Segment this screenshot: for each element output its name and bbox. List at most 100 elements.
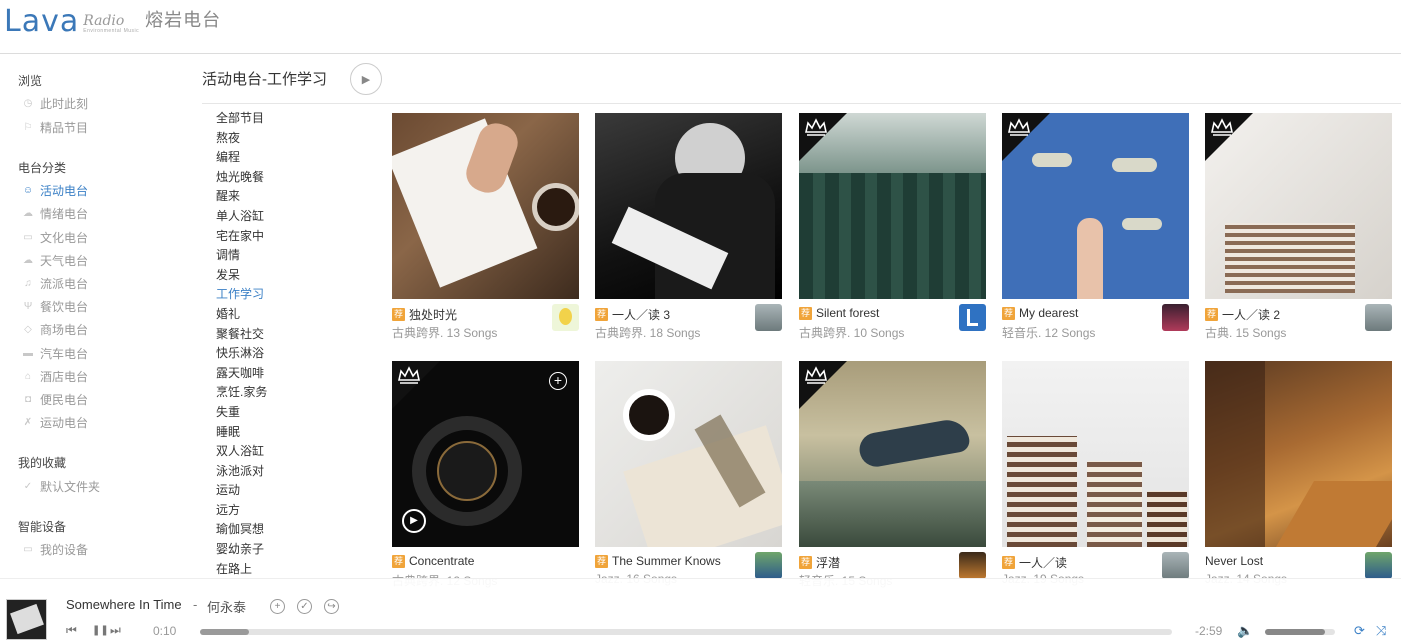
subcategory-item[interactable]: 远方 [216, 502, 356, 522]
card-subtitle: 古典跨界. 13 Songs [392, 326, 498, 340]
add-to-list-icon[interactable]: + [270, 599, 285, 614]
subcategory-item[interactable]: 宅在家中 [216, 228, 356, 248]
subcategory-item[interactable]: 烹饪.家务 [216, 384, 356, 404]
favorite-check-icon[interactable]: ✓ [297, 599, 312, 614]
curator-avatar[interactable] [755, 552, 782, 579]
curator-avatar[interactable] [1365, 304, 1392, 331]
genre-icon: ♫ [24, 278, 32, 289]
previous-icon[interactable]: ⏮ [66, 623, 77, 638]
subcategory-item[interactable]: 婚礼 [216, 306, 356, 326]
sidebar-item-genre[interactable]: ♫ 流派电台 [22, 275, 88, 292]
elapsed-time: 0:10 [153, 624, 177, 638]
card-title: 一人／读 3 [612, 308, 671, 322]
crown-icon [398, 366, 420, 384]
sidebar-item-service[interactable]: ◘ 便民电台 [22, 391, 88, 408]
sidebar-item-activity[interactable]: ☺ 活动电台 [22, 182, 88, 199]
recommend-badge: 荐 [799, 556, 812, 569]
curator-avatar[interactable] [1365, 552, 1392, 579]
curator-avatar[interactable] [959, 304, 986, 331]
volume-slider[interactable] [1265, 629, 1335, 635]
sidebar-item-my-devices[interactable]: ▭ 我的设备 [22, 541, 88, 558]
cover-image[interactable] [1205, 361, 1392, 547]
cover-image[interactable] [1002, 113, 1189, 299]
subcategory-item[interactable]: 烛光晚餐 [216, 169, 356, 189]
subcategory-item[interactable]: 醒来 [216, 188, 356, 208]
cover-image[interactable] [595, 361, 782, 547]
progress-bar[interactable] [200, 629, 1172, 635]
share-icon[interactable]: ↪ [324, 599, 339, 614]
sidebar-item-mood[interactable]: ☁ 情绪电台 [22, 205, 88, 222]
curator-avatar[interactable] [552, 304, 579, 331]
curator-avatar[interactable] [1162, 552, 1189, 579]
sidebar-item-dining[interactable]: Ψ 餐饮电台 [22, 298, 88, 315]
sidebar-item-default-folder[interactable]: ✓ 默认文件夹 [22, 478, 100, 495]
curator-avatar[interactable] [1162, 304, 1189, 331]
recommend-badge: 荐 [1205, 308, 1218, 321]
remaining-time: -2:59 [1195, 624, 1223, 638]
sidebar-item-now[interactable]: ◷ 此时此刻 [22, 95, 88, 112]
subcategory-item[interactable]: 单人浴缸 [216, 208, 356, 228]
logo-radio-text: Radio [83, 13, 125, 29]
hotel-icon: ⌂ [24, 371, 32, 382]
subcategory-item[interactable]: 快乐淋浴 [216, 345, 356, 365]
now-playing-cover[interactable] [6, 599, 47, 640]
sidebar-item-weather[interactable]: ☁ 天气电台 [22, 252, 88, 269]
subcategory-item[interactable]: 运动 [216, 482, 356, 502]
pause-icon[interactable]: ❚❚ [92, 625, 109, 636]
cover-image[interactable] [595, 113, 782, 299]
subcategory-item[interactable]: 全部节目 [216, 110, 356, 130]
title-row: 活动电台-工作学习 ▶ [202, 62, 1401, 104]
card-title: 一人／读 2 [1222, 308, 1281, 322]
page-title: 活动电台-工作学习 [202, 71, 327, 88]
subcategory-item[interactable]: 婴幼亲子 [216, 541, 356, 561]
device-icon: ▭ [23, 544, 33, 555]
sidebar-item-car[interactable]: ▬ 汽车电台 [22, 345, 88, 362]
recommend-badge: 荐 [799, 306, 812, 320]
repeat-icon[interactable]: ⟳ [1354, 623, 1365, 639]
subcategory-item[interactable]: 露天咖啡 [216, 365, 356, 385]
cover-image[interactable] [799, 361, 986, 547]
sidebar-item-featured[interactable]: ⚐ 精品节目 [22, 119, 89, 136]
app-logo[interactable]: Lava Radio Environmental Music 熔岩电台 [4, 6, 221, 37]
logo-chinese-name: 熔岩电台 [145, 10, 222, 30]
logo-wordmark: Lava [4, 4, 80, 39]
subcategory-item[interactable]: 聚餐社交 [216, 326, 356, 346]
cover-image[interactable] [1205, 113, 1392, 299]
card-title: The Summer Knows [612, 554, 721, 568]
cover-image[interactable] [392, 113, 579, 299]
sidebar-item-hotel[interactable]: ⌂ 酒店电台 [22, 368, 88, 385]
book-icon: ▭ [23, 232, 33, 243]
subcategory-item[interactable]: 双人浴缸 [216, 443, 356, 463]
card-subtitle: 轻音乐. 12 Songs [1002, 326, 1096, 340]
car-icon: ▬ [23, 348, 33, 359]
subcategory-item[interactable]: 泳池派对 [216, 463, 356, 483]
cover-image[interactable] [1002, 361, 1189, 547]
add-icon[interactable]: + [549, 372, 567, 390]
recommend-badge: 荐 [1002, 556, 1015, 569]
cover-image[interactable] [799, 113, 986, 299]
subcategory-item-active[interactable]: 工作学习 [216, 286, 356, 306]
next-icon[interactable]: ⏭ [110, 623, 121, 638]
subcategory-item[interactable]: 发呆 [216, 267, 356, 287]
subcategory-item[interactable]: 睡眠 [216, 424, 356, 444]
volume-icon[interactable]: 🔈 [1237, 623, 1253, 639]
shuffle-icon[interactable]: ⤨ [1376, 623, 1386, 639]
card-subtitle: 古典跨界. 10 Songs [799, 326, 905, 340]
sidebar-item-mall[interactable]: ◇ 商场电台 [22, 321, 88, 338]
sidebar-item-sport[interactable]: ✗ 运动电台 [22, 414, 88, 431]
sidebar-item-culture[interactable]: ▭ 文化电台 [22, 229, 88, 246]
subcategory-item[interactable]: 调情 [216, 247, 356, 267]
mood-icon: ☁ [23, 208, 33, 219]
subcategory-item[interactable]: 失重 [216, 404, 356, 424]
play-overlay-icon[interactable]: ▶ [402, 509, 426, 533]
activity-icon: ☺ [22, 185, 34, 196]
subcategory-item[interactable]: 熬夜 [216, 130, 356, 150]
subcategory-item[interactable]: 瑜伽冥想 [216, 521, 356, 541]
curator-avatar[interactable] [959, 552, 986, 579]
cover-image[interactable]: ▶ + [392, 361, 579, 547]
card-title: 独处时光 [409, 308, 458, 322]
play-all-button[interactable]: ▶ [350, 63, 382, 95]
subcategory-item[interactable]: 编程 [216, 149, 356, 169]
crown-icon [805, 366, 827, 384]
curator-avatar[interactable] [755, 304, 782, 331]
